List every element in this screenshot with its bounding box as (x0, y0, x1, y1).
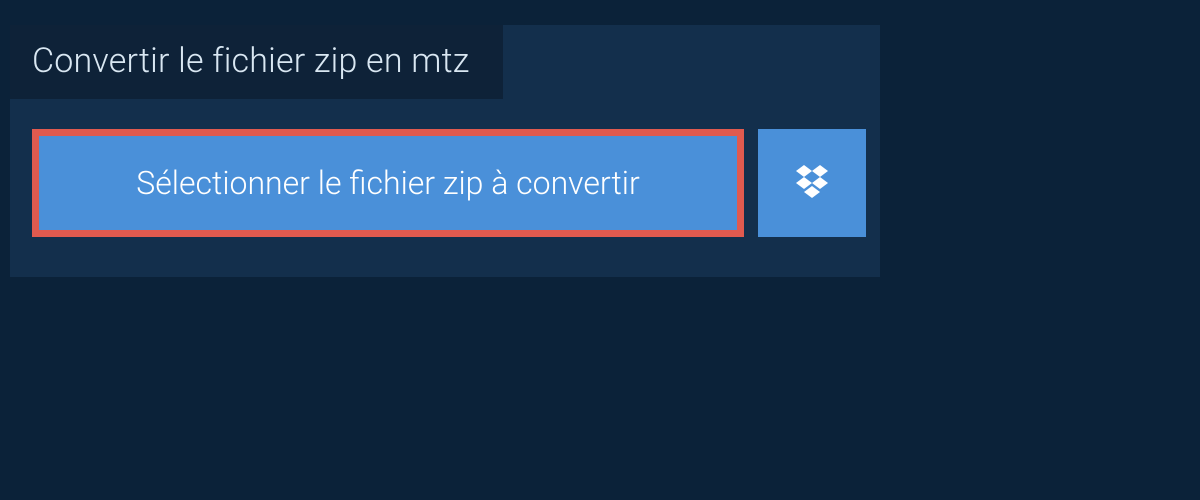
dropbox-icon (792, 163, 832, 203)
select-file-label: Sélectionner le fichier zip à convertir (136, 164, 639, 202)
button-row: Sélectionner le fichier zip à convertir (10, 99, 880, 277)
dropbox-button[interactable] (758, 129, 866, 237)
converter-panel: Convertir le fichier zip en mtz Sélectio… (10, 25, 880, 277)
panel-title: Convertir le fichier zip en mtz (10, 25, 503, 99)
select-file-button[interactable]: Sélectionner le fichier zip à convertir (32, 129, 744, 237)
